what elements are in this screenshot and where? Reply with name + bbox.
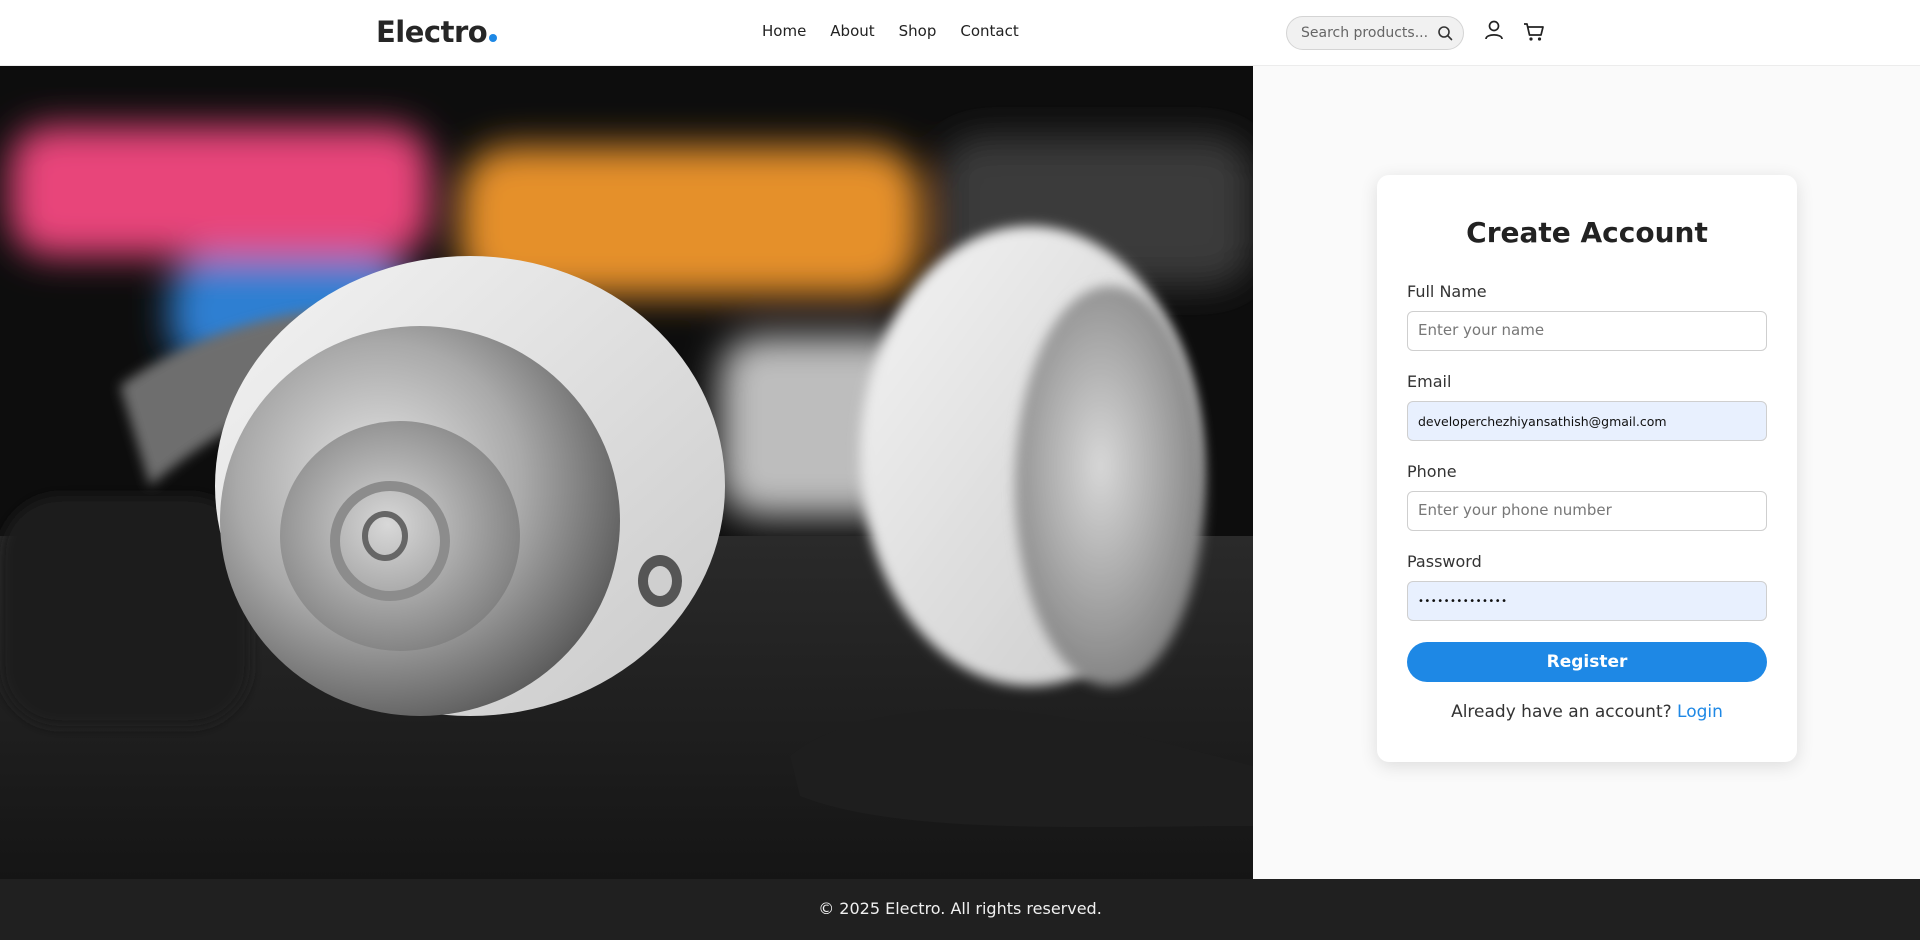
headphones-illustration <box>0 66 1253 879</box>
user-account-icon[interactable] <box>1484 19 1504 41</box>
phone-input[interactable] <box>1407 491 1767 531</box>
email-input[interactable] <box>1407 401 1767 441</box>
main-nav: Home About Shop Contact <box>762 22 1019 40</box>
form-title: Create Account <box>1466 216 1708 249</box>
cart-icon[interactable] <box>1523 22 1545 42</box>
site-header: Electro Home About Shop Contact <box>0 0 1920 66</box>
register-button[interactable]: Register <box>1407 642 1767 682</box>
hero-headphones-image <box>0 66 1253 879</box>
brand-logo[interactable]: Electro <box>376 15 498 49</box>
nav-about[interactable]: About <box>830 22 874 40</box>
copyright-text: © 2025 Electro. All rights reserved. <box>818 899 1102 918</box>
brand-logo-text: Electro <box>376 15 488 49</box>
search-icon[interactable] <box>1437 25 1453 41</box>
site-footer: © 2025 Electro. All rights reserved. <box>0 879 1920 940</box>
search-box <box>1286 16 1464 50</box>
password-input[interactable] <box>1407 581 1767 621</box>
brand-logo-dot <box>489 34 498 42</box>
login-prompt: Already have an account? Login <box>1377 702 1797 722</box>
login-link[interactable]: Login <box>1677 702 1723 722</box>
search-input[interactable] <box>1301 25 1431 41</box>
login-prompt-text: Already have an account? <box>1451 702 1672 722</box>
full-name-input[interactable] <box>1407 311 1767 351</box>
email-label: Email <box>1407 372 1452 391</box>
nav-home[interactable]: Home <box>762 22 806 40</box>
nav-shop[interactable]: Shop <box>899 22 937 40</box>
register-card: Create Account Full Name Email Phone Pas… <box>1377 175 1797 762</box>
phone-label: Phone <box>1407 462 1457 481</box>
nav-contact[interactable]: Contact <box>960 22 1018 40</box>
password-label: Password <box>1407 552 1482 571</box>
full-name-label: Full Name <box>1407 282 1487 301</box>
page-bottom-strip <box>0 940 1920 945</box>
